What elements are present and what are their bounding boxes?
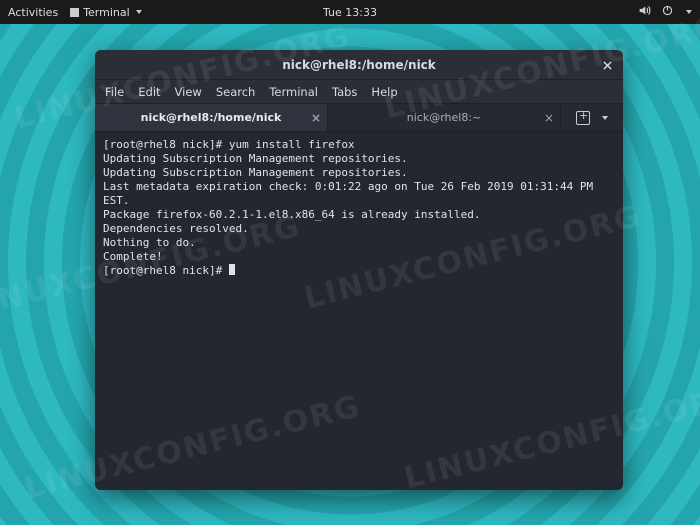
menu-search[interactable]: Search [216,85,256,99]
gnome-topbar: Activities Terminal Tue 13:33 [0,0,700,24]
tab-label: nick@rhel8:~ [407,111,482,124]
tab-2[interactable]: nick@rhel8:~ × [328,104,561,131]
close-button[interactable] [599,57,615,73]
terminal-line: Dependencies resolved. [103,222,249,235]
terminal-app-icon [70,8,79,17]
new-tab-button[interactable] [576,111,590,125]
terminal-output[interactable]: [root@rhel8 nick]# yum install firefox U… [95,132,623,490]
chevron-down-icon [136,10,142,14]
menu-file[interactable]: File [105,85,124,99]
menu-terminal[interactable]: Terminal [269,85,318,99]
activities-button[interactable]: Activities [8,6,58,19]
clock[interactable]: Tue 13:33 [323,6,377,19]
window-titlebar[interactable]: nick@rhel8:/home/nick [95,50,623,80]
terminal-cursor [229,264,235,275]
terminal-line: Updating Subscription Management reposit… [103,152,408,165]
system-menu-chevron-icon[interactable] [686,10,692,14]
terminal-line: Nothing to do. [103,236,196,249]
window-title: nick@rhel8:/home/nick [282,58,436,72]
active-app-name: Terminal [83,6,130,19]
terminal-line: Package firefox-60.2.1-1.el8.x86_64 is a… [103,208,481,221]
tab-close-icon[interactable]: × [311,111,321,125]
menu-view[interactable]: View [175,85,202,99]
menubar: File Edit View Search Terminal Tabs Help [95,80,623,104]
tabbar-actions [561,104,623,131]
terminal-line: Complete! [103,250,163,263]
terminal-line: Last metadata expiration check: 0:01:22 … [103,180,600,207]
terminal-line: [root@rhel8 nick]# [103,264,229,277]
power-icon[interactable] [661,4,674,20]
active-app-indicator[interactable]: Terminal [70,6,142,19]
tab-menu-chevron-icon[interactable] [602,116,608,120]
terminal-window: nick@rhel8:/home/nick File Edit View Sea… [95,50,623,490]
volume-icon[interactable] [638,4,651,20]
terminal-line: Updating Subscription Management reposit… [103,166,408,179]
tabbar: nick@rhel8:/home/nick × nick@rhel8:~ × [95,104,623,132]
terminal-line: [root@rhel8 nick]# yum install firefox [103,138,355,151]
tab-1[interactable]: nick@rhel8:/home/nick × [95,104,328,131]
tab-label: nick@rhel8:/home/nick [141,111,282,124]
menu-help[interactable]: Help [371,85,397,99]
tab-close-icon[interactable]: × [544,111,554,125]
menu-edit[interactable]: Edit [138,85,160,99]
menu-tabs[interactable]: Tabs [332,85,357,99]
